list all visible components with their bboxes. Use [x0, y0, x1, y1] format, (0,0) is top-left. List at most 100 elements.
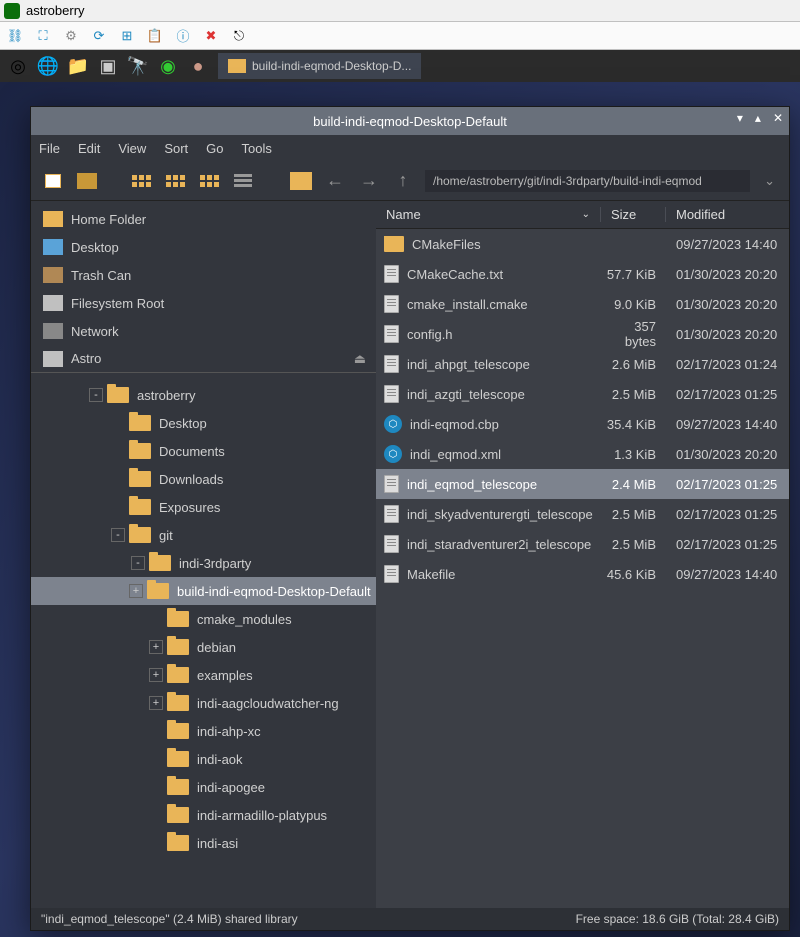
compact-view-button[interactable] — [163, 169, 187, 193]
menu-sort[interactable]: Sort — [164, 141, 188, 156]
vnc-fullscreen-icon[interactable]: ⛶ — [34, 27, 52, 45]
up-button[interactable]: ↑ — [391, 169, 415, 193]
folder-icon — [167, 667, 189, 683]
column-header-modified[interactable]: Modified — [666, 207, 789, 222]
toolbar: ← → ↑ /home/astroberry/git/indi-3rdparty… — [31, 161, 789, 201]
tree-node[interactable]: indi-armadillo-platypus — [31, 801, 376, 829]
file-manager-icon[interactable]: 📁 — [64, 52, 92, 80]
file-list-panel: Name ⌄ Size Modified CMakeFiles09/27/202… — [376, 201, 789, 908]
folder-tree[interactable]: -astroberryDesktopDocumentsDownloadsExpo… — [31, 377, 376, 908]
file-row[interactable]: indi_skyadventurergti_telescope2.5 MiB02… — [376, 499, 789, 529]
folder-icon — [167, 751, 189, 767]
file-row[interactable]: indi_ahpgt_telescope2.6 MiB02/17/2023 01… — [376, 349, 789, 379]
folder-icon — [129, 471, 151, 487]
phd-icon[interactable]: ◉ — [154, 52, 182, 80]
tree-node[interactable]: -indi-3rdparty — [31, 549, 376, 577]
file-icon — [384, 295, 399, 313]
tree-node[interactable]: indi-aok — [31, 745, 376, 773]
tree-node[interactable]: +build-indi-eqmod-Desktop-Default — [31, 577, 376, 605]
tree-node[interactable]: -astroberry — [31, 381, 376, 409]
tree-node[interactable]: +indi-aagcloudwatcher-ng — [31, 689, 376, 717]
file-row[interactable]: ⬡indi-eqmod.cbp35.4 KiB09/27/2023 14:40 — [376, 409, 789, 439]
planetarium-icon[interactable]: ● — [184, 52, 212, 80]
column-header-name[interactable]: Name ⌄ — [376, 207, 601, 222]
menu-bar: File Edit View Sort Go Tools — [31, 135, 789, 161]
vnc-cad-icon[interactable]: ⊞ — [118, 27, 136, 45]
expand-toggle[interactable]: + — [129, 584, 143, 598]
expand-toggle[interactable]: + — [149, 640, 163, 654]
menu-launcher-icon[interactable]: ◎ — [4, 52, 32, 80]
menu-tools[interactable]: Tools — [242, 141, 272, 156]
home-button[interactable] — [289, 169, 313, 193]
file-row[interactable]: Makefile45.6 KiB09/27/2023 14:40 — [376, 559, 789, 589]
file-row[interactable]: cmake_install.cmake9.0 KiB01/30/2023 20:… — [376, 289, 789, 319]
tree-node[interactable]: Desktop — [31, 409, 376, 437]
telescope-icon[interactable]: 🔭 — [124, 52, 152, 80]
folder-icon — [147, 583, 169, 599]
taskbar-button-filemanager[interactable]: build-indi-eqmod-Desktop-D... — [218, 53, 421, 79]
close-button[interactable]: ✕ — [773, 111, 783, 125]
expand-toggle[interactable]: - — [131, 556, 145, 570]
tree-node[interactable]: Documents — [31, 437, 376, 465]
new-folder-button[interactable] — [75, 169, 99, 193]
file-icon — [384, 385, 399, 403]
tree-node[interactable]: indi-ahp-xc — [31, 717, 376, 745]
place-desktop[interactable]: Desktop — [31, 233, 376, 261]
menu-file[interactable]: File — [39, 141, 60, 156]
vnc-clipboard-icon[interactable]: 📋 — [146, 27, 164, 45]
menu-go[interactable]: Go — [206, 141, 223, 156]
vnc-disconnect-icon[interactable]: ⎋ — [230, 27, 248, 45]
web-browser-icon[interactable]: 🌐 — [34, 52, 62, 80]
file-name: Makefile — [407, 567, 455, 582]
expand-toggle[interactable]: - — [89, 388, 103, 402]
column-header-size[interactable]: Size — [601, 207, 666, 222]
expand-toggle[interactable]: - — [111, 528, 125, 542]
file-row[interactable]: indi_staradventurer2i_telescope2.5 MiB02… — [376, 529, 789, 559]
file-row[interactable]: ⬡indi_eqmod.xml1.3 KiB01/30/2023 20:20 — [376, 439, 789, 469]
place-home-folder[interactable]: Home Folder — [31, 205, 376, 233]
vnc-connect-icon[interactable]: ⛓ — [6, 27, 24, 45]
list-view-button[interactable] — [231, 169, 255, 193]
path-input[interactable]: /home/astroberry/git/indi-3rdparty/build… — [425, 170, 750, 192]
menu-view[interactable]: View — [118, 141, 146, 156]
file-row[interactable]: indi_azgti_telescope2.5 MiB02/17/2023 01… — [376, 379, 789, 409]
window-titlebar[interactable]: build-indi-eqmod-Desktop-Default ▾ ▴ ✕ — [31, 107, 789, 135]
minimize-button[interactable]: ▾ — [737, 111, 743, 125]
tree-node[interactable]: cmake_modules — [31, 605, 376, 633]
path-history-button[interactable]: ⌄ — [760, 173, 779, 189]
tree-node[interactable]: Downloads — [31, 465, 376, 493]
desktop-area[interactable]: build-indi-eqmod-Desktop-Default ▾ ▴ ✕ F… — [0, 82, 800, 937]
menu-edit[interactable]: Edit — [78, 141, 100, 156]
tree-node[interactable]: indi-apogee — [31, 773, 376, 801]
vnc-settings-icon[interactable]: ⚙ — [62, 27, 80, 45]
file-row[interactable]: CMakeFiles09/27/2023 14:40 — [376, 229, 789, 259]
file-row[interactable]: indi_eqmod_telescope2.4 MiB02/17/2023 01… — [376, 469, 789, 499]
file-icon — [384, 505, 399, 523]
tree-node[interactable]: +debian — [31, 633, 376, 661]
tree-node[interactable]: indi-asi — [31, 829, 376, 857]
vnc-refresh-icon[interactable]: ⟳ — [90, 27, 108, 45]
sort-indicator-icon: ⌄ — [582, 209, 590, 220]
place-network[interactable]: Network — [31, 317, 376, 345]
forward-button[interactable]: → — [357, 169, 381, 193]
vnc-info-icon[interactable]: ⓘ — [174, 27, 192, 45]
place-astro[interactable]: Astro⏏ — [31, 345, 376, 373]
icon-view-button[interactable] — [129, 169, 153, 193]
tree-node[interactable]: Exposures — [31, 493, 376, 521]
expand-toggle[interactable]: + — [149, 668, 163, 682]
file-row[interactable]: config.h357 bytes01/30/2023 20:20 — [376, 319, 789, 349]
back-button[interactable]: ← — [323, 169, 347, 193]
vnc-toolbar: ⛓ ⛶ ⚙ ⟳ ⊞ 📋 ⓘ ✖ ⎋ — [0, 22, 800, 50]
tree-node[interactable]: +examples — [31, 661, 376, 689]
terminal-icon[interactable]: ▣ — [94, 52, 122, 80]
place-filesystem-root[interactable]: Filesystem Root — [31, 289, 376, 317]
expand-toggle[interactable]: + — [149, 696, 163, 710]
place-trash-can[interactable]: Trash Can — [31, 261, 376, 289]
eject-icon[interactable]: ⏏ — [354, 351, 366, 367]
new-tab-button[interactable] — [41, 169, 65, 193]
tree-node[interactable]: -git — [31, 521, 376, 549]
maximize-button[interactable]: ▴ — [755, 111, 761, 125]
vnc-close-icon[interactable]: ✖ — [202, 27, 220, 45]
thumbnail-view-button[interactable] — [197, 169, 221, 193]
file-row[interactable]: CMakeCache.txt57.7 KiB01/30/2023 20:20 — [376, 259, 789, 289]
